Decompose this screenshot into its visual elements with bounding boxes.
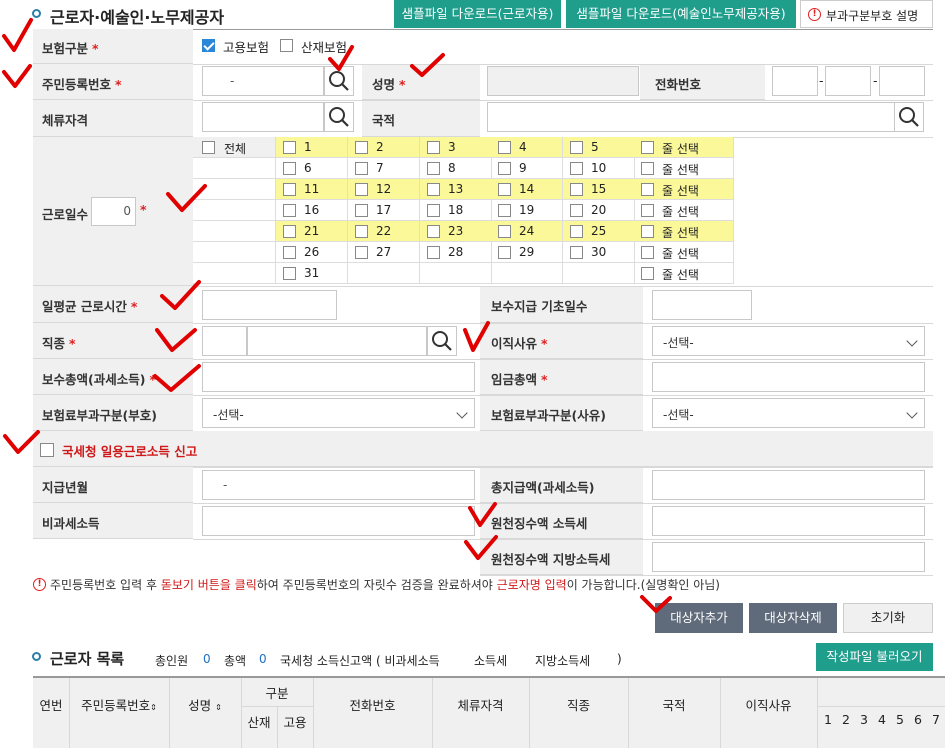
check-mark xyxy=(410,53,445,77)
check-mark xyxy=(2,64,32,88)
check-mark xyxy=(3,430,40,454)
check-mark xyxy=(2,18,33,52)
check-mark xyxy=(153,364,201,392)
check-mark xyxy=(640,595,672,613)
check-mark xyxy=(328,45,354,71)
check-mark xyxy=(463,321,490,352)
check-mark xyxy=(468,502,497,527)
check-mark xyxy=(464,535,498,560)
check-mark xyxy=(160,280,201,310)
check-mark xyxy=(166,184,207,212)
check-mark xyxy=(155,328,197,352)
annotation-marks xyxy=(2,18,672,613)
